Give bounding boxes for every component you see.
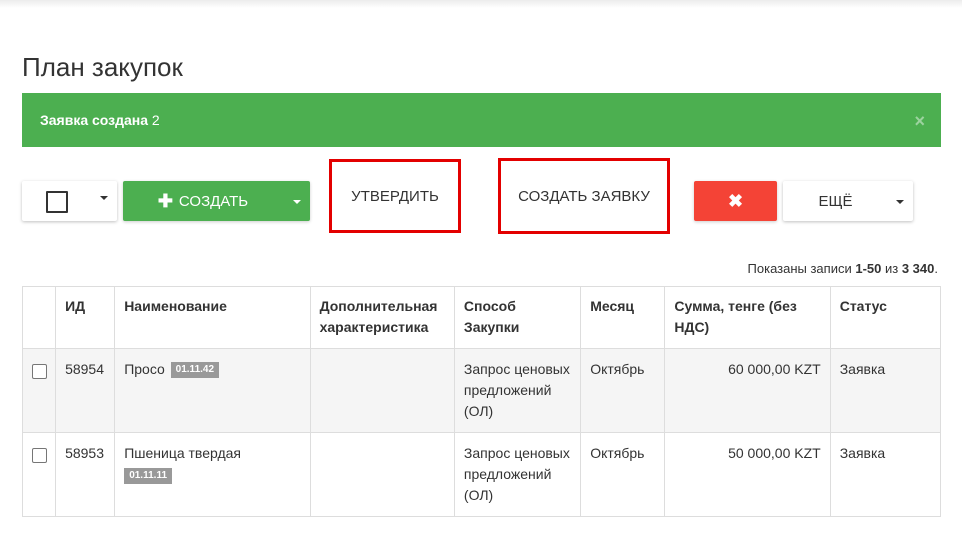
table-row[interactable]: 58953 Пшеница твердая 01.11.11 Запрос цен…	[21, 432, 942, 517]
header-month[interactable]: Месяц	[580, 286, 666, 349]
header-checkbox-cell	[21, 286, 57, 349]
chevron-down-icon[interactable]	[100, 196, 108, 200]
summary-mid: из	[881, 261, 902, 276]
select-all-checkbox[interactable]	[46, 191, 68, 213]
approve-button[interactable]: УТВЕРДИТЬ	[329, 159, 461, 233]
close-icon[interactable]: ×	[914, 111, 925, 132]
summary-total: 3 340	[901, 261, 935, 276]
cell-extra	[309, 348, 455, 433]
chevron-down-icon	[896, 200, 904, 204]
records-summary: Показаны записи 1-50 из 3 340.	[748, 261, 938, 276]
select-all-dropdown[interactable]	[22, 181, 117, 221]
table-row[interactable]: 58954 Просо 01.11.42 Запрос ценовых пред…	[21, 348, 942, 433]
row-checkbox-cell	[21, 432, 57, 517]
procurement-table: ИД Наименование Дополнительная характери…	[21, 286, 942, 517]
cell-name: Пшеница твердая 01.11.11	[114, 432, 311, 517]
top-shadow	[0, 0, 962, 8]
table-header-row: ИД Наименование Дополнительная характери…	[21, 286, 942, 349]
row-checkbox[interactable]	[32, 448, 47, 463]
row-checkbox[interactable]	[32, 364, 47, 379]
plus-icon: ✚	[157, 190, 173, 211]
create-request-button[interactable]: СОЗДАТЬ ЗАЯВКУ	[498, 158, 670, 234]
create-dropdown-toggle[interactable]	[283, 181, 310, 221]
item-name[interactable]: Просо	[124, 361, 165, 377]
create-button-label: СОЗДАТЬ	[178, 192, 249, 210]
header-id[interactable]: ИД	[55, 286, 116, 349]
page-title: План закупок	[22, 52, 183, 82]
cell-id: 58954	[55, 348, 116, 433]
summary-prefix: Показаны записи	[747, 261, 856, 276]
cell-sum: 50 000,00 KZT	[664, 432, 831, 517]
cell-month: Октябрь	[580, 348, 666, 433]
cell-method: Запрос ценовых предложений (ОЛ)	[453, 432, 582, 517]
create-button-group[interactable]: ✚ СОЗДАТЬ	[123, 181, 310, 221]
cell-month: Октябрь	[580, 432, 666, 517]
cell-status: Заявка	[829, 432, 942, 517]
more-dropdown[interactable]: ЕЩЁ	[783, 181, 913, 221]
header-name[interactable]: Наименование	[114, 286, 311, 349]
item-name[interactable]: Пшеница твердая	[124, 445, 241, 461]
cell-status: Заявка	[829, 348, 942, 433]
create-request-button-label: СОЗДАТЬ ЗАЯВКУ	[518, 187, 650, 205]
chevron-down-icon	[293, 200, 301, 204]
row-checkbox-cell	[21, 348, 57, 433]
more-button-label: ЕЩЁ	[818, 192, 853, 210]
approve-button-label: УТВЕРДИТЬ	[351, 187, 439, 205]
success-alert: Заявка создана 2 ×	[22, 93, 941, 147]
item-code-badge: 01.11.11	[124, 468, 173, 485]
header-status[interactable]: Статус	[829, 286, 942, 349]
cell-name: Просо 01.11.42	[114, 348, 311, 433]
header-sum[interactable]: Сумма, тенге (без НДС)	[664, 286, 831, 349]
summary-range: 1-50	[855, 261, 882, 276]
header-extra[interactable]: Дополнительная характеристика	[309, 286, 455, 349]
alert-message: Заявка создана 2	[40, 112, 160, 128]
create-button[interactable]: ✚ СОЗДАТЬ	[123, 181, 283, 221]
close-icon: ✖	[727, 190, 744, 211]
delete-button[interactable]: ✖	[694, 181, 777, 221]
item-code-badge: 01.11.42	[170, 362, 220, 379]
header-method[interactable]: Способ Закупки	[453, 286, 582, 349]
cell-extra	[309, 432, 455, 517]
alert-number: 2	[148, 112, 160, 128]
summary-suffix: .	[934, 261, 938, 276]
cell-id: 58953	[55, 432, 116, 517]
cell-sum: 60 000,00 KZT	[664, 348, 831, 433]
cell-method: Запрос ценовых предложений (ОЛ)	[453, 348, 582, 433]
alert-bold-text: Заявка создана	[40, 112, 149, 128]
